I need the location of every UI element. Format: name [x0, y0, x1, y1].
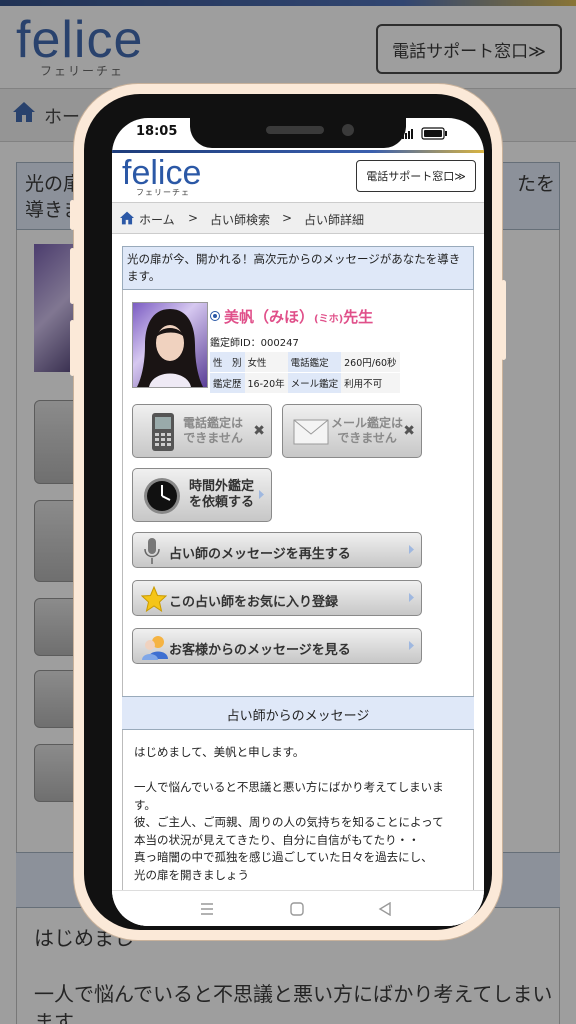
profile-row: 鑑定歴 16-20年 メール鑑定 利用不可	[210, 372, 400, 394]
online-radio-icon	[210, 311, 220, 321]
chevron-right-icon	[409, 593, 414, 602]
breadcrumb: ホーム > 占い師検索 > 占い師詳細	[112, 202, 484, 234]
profile-value: 260円/60秒	[341, 352, 400, 373]
phone-bezel: 18:05 felice フェリーチェ 電話サポート窓口≫ ホーム > 占い師検…	[84, 94, 492, 930]
profile-key: メール鑑定	[287, 372, 342, 394]
profile-key: 鑑定歴	[210, 372, 245, 394]
profile-value: 16-20年	[244, 372, 288, 394]
phone-reading-button[interactable]: 電話鑑定は できません ✖	[132, 404, 272, 458]
message-heading: 占い師からのメッセージ	[122, 696, 474, 730]
header-stripe	[112, 150, 484, 153]
play-message-button[interactable]: 占い師のメッセージを再生する	[132, 532, 422, 568]
close-icon: ✖	[253, 423, 265, 439]
intro-banner: 光の扉が今、開かれる！高次元からのメッセージがあなたを導きます。	[122, 246, 474, 290]
add-favorite-label: この占い師をお気に入り登録	[169, 595, 339, 610]
phone-side-button	[70, 200, 75, 230]
profile-table: 性 別 女性 電話鑑定 260円/60秒 鑑定歴 16-20年 メール鑑定 利用…	[210, 352, 400, 394]
phone-side-button	[501, 280, 506, 360]
message-paragraph: 一人で悩んでいると不思議と悪い方にばかり考えてしまいます。 彼、ご主人、ご両親、…	[134, 780, 444, 882]
breadcrumb-search[interactable]: 占い師検索	[210, 211, 270, 228]
breadcrumb-separator: >	[282, 211, 293, 225]
fortune-teller-id: 鑑定師ID：000247	[210, 338, 299, 349]
chevron-right-icon	[409, 641, 414, 650]
profile-value: 女性	[244, 352, 288, 373]
home-button-icon[interactable]	[290, 902, 304, 916]
play-message-label: 占い師のメッセージを再生する	[169, 547, 351, 562]
phone-screen: 18:05 felice フェリーチェ 電話サポート窓口≫ ホーム > 占い師検…	[112, 118, 484, 926]
clock-icon	[144, 478, 180, 514]
customer-messages-label: お客様からのメッセージを見る	[169, 643, 351, 658]
mail-reading-button[interactable]: メール鑑定は できません ✖	[282, 404, 422, 458]
phone-side-button	[70, 320, 75, 376]
message-paragraph: はじめまして、美帆と申します。	[134, 745, 305, 759]
name-suffix: 先生	[343, 308, 374, 326]
breadcrumb-home[interactable]: ホーム	[139, 211, 175, 228]
support-button[interactable]: 電話サポート窓口≫	[356, 160, 476, 192]
off-hours-request-button[interactable]: 時間外鑑定 を依頼する	[132, 468, 272, 522]
off-hours-label-line: を依頼する	[189, 495, 255, 510]
status-icons	[402, 127, 447, 140]
profile-key: 電話鑑定	[287, 352, 342, 373]
fortune-teller-photo	[132, 302, 208, 388]
message-heading-text: 占い師からのメッセージ	[226, 709, 370, 724]
intro-text: 光の扉が今、開かれる！高次元からのメッセージがあなたを導きます。	[127, 252, 461, 283]
profile-row: 性 別 女性 電話鑑定 260円/60秒	[210, 352, 400, 373]
signal-icon	[402, 135, 404, 139]
profile-value: 利用不可	[341, 372, 400, 394]
envelope-icon	[293, 419, 329, 445]
star-icon	[141, 586, 167, 612]
fortune-teller-name: 美帆（みほ）(ミホ)先生	[224, 306, 373, 327]
android-nav-bar	[112, 890, 484, 926]
close-icon: ✖	[403, 423, 415, 439]
chevron-right-icon	[259, 490, 264, 499]
back-icon[interactable]	[378, 902, 392, 916]
profile-key: 性 別	[210, 352, 245, 373]
menu-icon[interactable]	[200, 903, 214, 915]
off-hours-label-line: 時間外鑑定	[189, 479, 255, 494]
front-camera	[342, 124, 354, 136]
site-logo-subtitle: フェリーチェ	[136, 188, 190, 197]
phone-unavailable-label: 電話鑑定は できません	[183, 416, 244, 445]
home-icon[interactable]	[119, 211, 135, 225]
microphone-icon	[144, 538, 160, 564]
message-body: はじめまして、美帆と申します。 一人で悩んでいると不思議と悪い方にばかり考えてし…	[134, 744, 464, 902]
breadcrumb-separator: >	[188, 211, 199, 225]
customer-messages-button[interactable]: お客様からのメッセージを見る	[132, 628, 422, 664]
add-favorite-button[interactable]: この占い師をお気に入り登録	[132, 580, 422, 616]
mail-unavailable-label: メール鑑定は できません	[331, 416, 404, 445]
phone-side-button	[70, 248, 75, 304]
chevron-right-icon	[409, 545, 414, 554]
portrait-image	[137, 309, 203, 387]
name-text: 美帆（みほ）	[224, 308, 315, 326]
phone-notch	[190, 116, 406, 148]
status-time: 18:05	[136, 124, 178, 139]
breadcrumb-current: 占い師詳細	[304, 213, 365, 227]
users-icon	[142, 636, 168, 660]
phone-frame: 18:05 felice フェリーチェ 電話サポート窓口≫ ホーム > 占い師検…	[70, 84, 506, 940]
speaker-grill	[266, 126, 324, 134]
mobile-phone-icon	[152, 413, 174, 451]
name-reading: (ミホ)	[314, 314, 344, 325]
off-hours-label: 時間外鑑定 を依頼する	[189, 479, 254, 511]
